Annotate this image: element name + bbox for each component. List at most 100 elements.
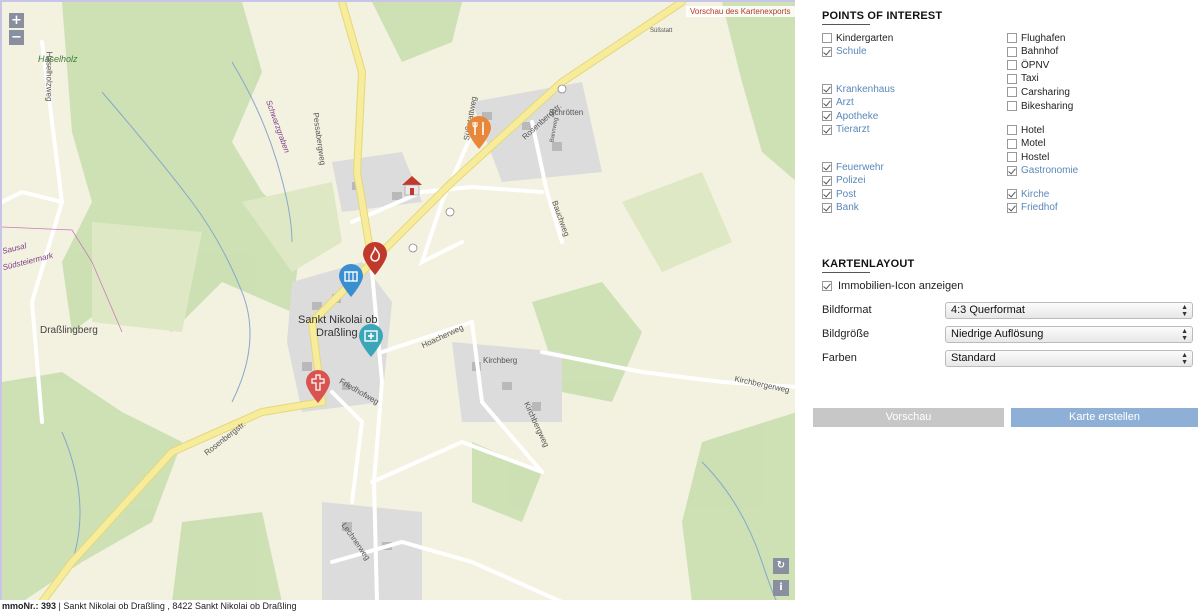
poi-label: Hostel [1021,151,1050,163]
church-pin-icon[interactable] [305,370,331,404]
poi-option[interactable]: Friedhof [1007,202,1058,214]
poi-checkbox[interactable] [1007,33,1017,43]
poi-label: Bank [836,202,859,214]
poi-option[interactable]: Kirche [1007,188,1049,200]
poi-label: Arzt [836,97,854,109]
zoom-out-button[interactable]: − [9,30,24,45]
preview-button[interactable]: Vorschau [813,408,1004,427]
info-icon[interactable]: i [773,580,789,596]
poi-checkbox[interactable] [822,46,832,57]
poi-option[interactable]: Polizei [822,175,865,187]
poi-label: Apotheke [836,110,879,122]
poi-checkbox[interactable] [822,33,832,43]
poi-checkbox[interactable] [822,189,832,200]
poi-checkbox[interactable] [1007,165,1017,176]
map-view[interactable]: Haselholz Draßlingberg Sankt Nikolai ob … [0,0,795,600]
poi-checkbox[interactable] [1007,60,1017,71]
poi-label: Feuerwehr [836,161,884,173]
poi-option[interactable]: Taxi [1007,73,1039,85]
farben-value: Standard [951,352,996,364]
poi-label: Post [836,188,857,200]
poi-label: Motel [1021,138,1046,150]
map-label-drasslingberg: Draßlingberg [40,325,98,336]
fire-station-pin-icon[interactable] [362,242,388,276]
poi-option[interactable]: Flughafen [1007,32,1065,44]
poi-checkbox[interactable] [822,202,832,213]
poi-option[interactable]: Bahnhof [1007,46,1058,58]
poi-label: Flughafen [1021,32,1066,44]
poi-section-title: POINTS OF INTEREST [822,10,942,25]
bildformat-label: Bildformat [822,304,872,316]
create-map-button[interactable]: Karte erstellen [1011,408,1198,427]
select-arrows-icon: ▲ ▼ [1181,328,1188,342]
poi-label: Schule [836,46,867,58]
farben-select[interactable]: Standard ▲ ▼ [945,350,1193,367]
poi-checkbox[interactable] [1007,46,1017,57]
poi-checkbox[interactable] [822,162,832,172]
poi-checkbox[interactable] [1007,202,1017,213]
poi-label: Hotel [1021,124,1045,136]
poi-option[interactable]: Motel [1007,138,1045,150]
poi-checkbox[interactable] [1007,101,1017,111]
poi-option[interactable]: Gastronomie [1007,165,1078,177]
poi-option[interactable]: Schule [822,46,867,58]
poi-option[interactable]: Hotel [1007,124,1044,136]
status-bar: mmoNr.: 393 | Sankt Nikolai ob Draßling … [2,600,797,612]
poi-option[interactable]: Kindergarten [822,32,893,44]
poi-option[interactable]: Hostel [1007,151,1049,163]
show-icon-label: Immobilien-Icon anzeigen [838,280,964,292]
poi-checkbox[interactable] [822,97,832,108]
bildgroesse-value: Niedrige Auflösung [951,328,1044,340]
poi-option[interactable]: Feuerwehr [822,161,884,173]
map-label-town-line2: Draßling [316,327,358,339]
poi-label: Polizei [836,175,866,187]
poi-option[interactable]: Bank [822,202,859,214]
bildgroesse-label: Bildgröße [822,328,870,340]
poi-checkbox[interactable] [1007,125,1017,135]
poi-label: Carsharing [1021,86,1070,98]
zoom-in-button[interactable]: + [9,13,24,28]
select-arrows-icon: ▲ ▼ [1181,304,1188,318]
poi-option[interactable]: ÖPNV [1007,59,1049,71]
bildformat-select[interactable]: 4:3 Querformat ▲ ▼ [945,302,1193,319]
poi-label: Friedhof [1021,202,1058,214]
poi-label: Bikesharing [1021,100,1074,112]
poi-checkbox[interactable] [1007,138,1017,149]
poi-checkbox[interactable] [1007,87,1017,98]
poi-checkbox[interactable] [1007,73,1017,84]
map-label-haselholzweg: Haselholzweg [44,51,54,102]
poi-checkbox[interactable] [822,84,832,94]
bildformat-value: 4:3 Querformat [951,304,1025,316]
poi-option[interactable]: Apotheke [822,110,878,122]
property-house-icon[interactable] [400,174,424,198]
poi-checkbox[interactable] [1007,189,1017,199]
poi-label: Krankenhaus [836,83,895,95]
layout-title-text: KARTENLAYOUT [822,258,915,270]
select-arrows-icon: ▲ ▼ [1181,352,1188,366]
poi-label: Tierarzt [836,124,870,136]
show-icon-checkbox-row[interactable]: Immobilien-Icon anzeigen [822,280,963,292]
map-canvas [2,2,795,600]
school-pin-icon[interactable] [338,264,364,298]
show-icon-checkbox[interactable] [822,281,832,291]
poi-option[interactable]: Carsharing [1007,86,1070,98]
refresh-icon[interactable]: ↻ [773,558,789,574]
layout-section-title: KARTENLAYOUT [822,258,914,273]
poi-option[interactable]: Tierarzt [822,124,870,136]
poi-option[interactable]: Bikesharing [1007,100,1073,112]
medical-pin-icon[interactable] [358,324,384,358]
bildgroesse-select[interactable]: Niedrige Auflösung ▲ ▼ [945,326,1193,343]
poi-checkbox[interactable] [822,175,832,186]
map-label-kirchberg: Kirchberg [483,356,518,365]
gastronomy-pin-icon[interactable] [466,116,492,150]
poi-label: Kindergarten [836,32,894,44]
poi-option[interactable]: Krankenhaus [822,83,895,95]
poi-checkbox[interactable] [822,111,832,122]
poi-checkbox[interactable] [1007,152,1017,163]
export-preview-label: Vorschau des Kartenexports [686,6,795,17]
poi-checkbox[interactable] [822,124,832,135]
settings-panel: POINTS OF INTEREST Kindergarten Schule Kra… [795,0,1200,612]
poi-option[interactable]: Post [822,188,856,200]
poi-label: Taxi [1021,73,1039,85]
poi-option[interactable]: Arzt [822,97,854,109]
